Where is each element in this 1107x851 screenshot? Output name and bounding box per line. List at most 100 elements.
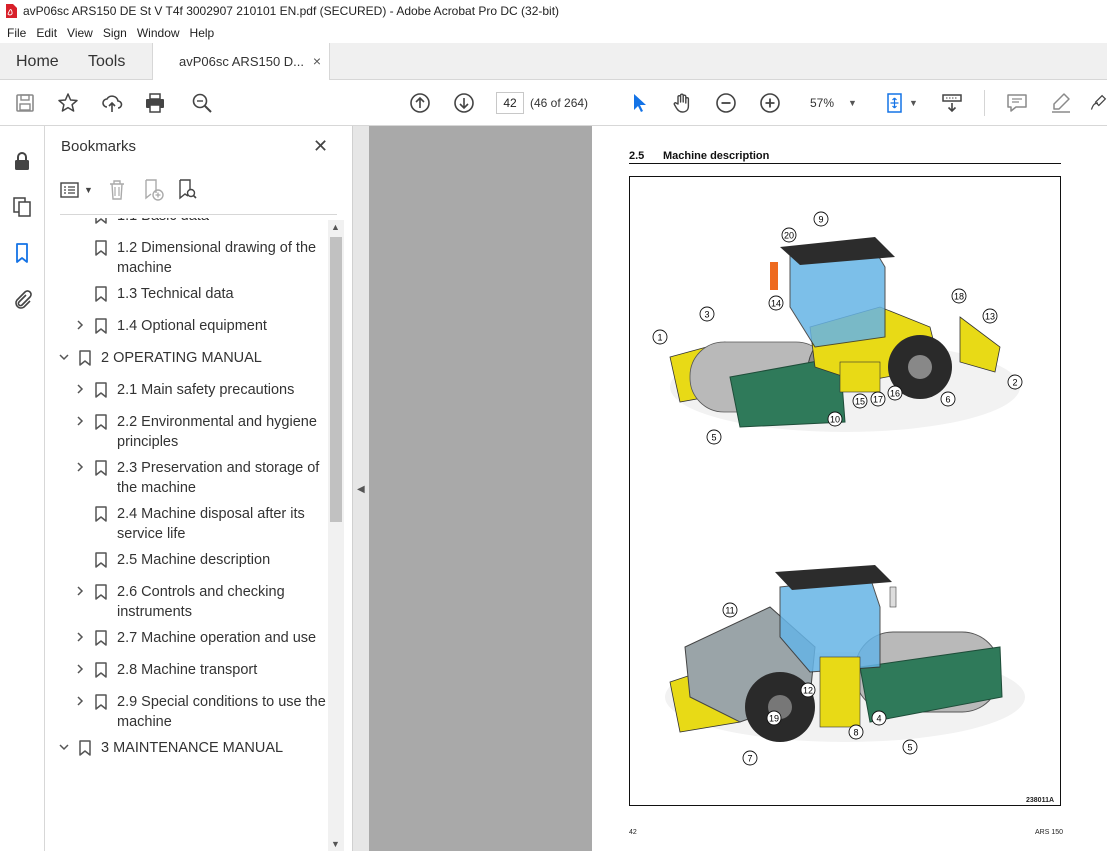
callout-13: 13: [982, 308, 998, 324]
share-upload-icon[interactable]: [100, 91, 124, 115]
svg-text:10: 10: [830, 415, 840, 425]
bookmark-label: 2.6 Controls and checking instruments: [117, 584, 285, 620]
bookmarks-panel: Bookmarks ✕ ▼ Contents1 SPECIFICATION MA…: [45, 126, 352, 851]
close-panel-icon[interactable]: ✕: [313, 136, 328, 157]
bookmark-item[interactable]: 1.3 Technical data: [45, 284, 330, 304]
chevron-down-icon[interactable]: [58, 349, 70, 369]
svg-text:5: 5: [907, 743, 912, 753]
bookmark-item[interactable]: 2.4 Machine disposal after its service l…: [45, 504, 330, 544]
hand-tool-icon[interactable]: [670, 91, 694, 115]
menu-view[interactable]: View: [62, 26, 98, 40]
scroll-down-icon[interactable]: ▼: [331, 839, 340, 849]
bookmark-icon: [79, 740, 91, 756]
menu-file[interactable]: File: [0, 26, 31, 40]
callout-14: 14: [768, 295, 784, 311]
bookmark-options-icon[interactable]: [59, 178, 83, 202]
collapse-panel-icon[interactable]: ◀: [357, 484, 365, 495]
callout-3: 3: [699, 306, 715, 322]
next-page-icon[interactable]: [452, 91, 476, 115]
page-footer-number: 42: [629, 829, 637, 836]
delete-bookmark-icon[interactable]: [105, 178, 129, 202]
fit-page-dropdown-icon[interactable]: ▼: [909, 98, 918, 108]
new-bookmark-icon[interactable]: [141, 178, 165, 202]
zoom-in-icon[interactable]: [758, 91, 782, 115]
tab-document[interactable]: avP06sc ARS150 D... ×: [152, 43, 330, 80]
bookmark-item[interactable]: 2.8 Machine transport: [45, 660, 330, 680]
machine-illustration-figure: 1 2 3 5 6 9 10 13 14 15 16 17 18 20 4 5 7 8 11 12 19: [629, 176, 1061, 806]
bookmark-item[interactable]: 2.6 Controls and checking instruments: [45, 582, 330, 622]
menu-sign[interactable]: Sign: [98, 26, 132, 40]
panel-splitter[interactable]: ◀: [352, 126, 369, 851]
pages-thumbnails-icon[interactable]: [11, 196, 33, 218]
select-cursor-icon[interactable]: [627, 91, 651, 115]
menu-bar: File Edit View Sign Window Help: [0, 22, 1107, 43]
chevron-right-icon[interactable]: [74, 317, 86, 337]
svg-text:15: 15: [855, 397, 865, 407]
bookmark-item[interactable]: 2.5 Machine description: [45, 550, 330, 570]
zoom-out-icon[interactable]: [714, 91, 738, 115]
svg-text:2: 2: [1012, 378, 1017, 388]
scroll-mode-icon[interactable]: [940, 91, 964, 115]
bookmark-item[interactable]: 2.7 Machine operation and use: [45, 628, 330, 648]
bookmark-label: 2.8 Machine transport: [117, 662, 258, 678]
tab-home[interactable]: Home: [16, 53, 59, 71]
chevron-right-icon[interactable]: [74, 661, 86, 681]
svg-text:7: 7: [747, 754, 752, 764]
scroll-up-icon[interactable]: ▲: [331, 222, 340, 232]
close-tab-icon[interactable]: ×: [313, 53, 321, 69]
callout-1: 1: [652, 329, 668, 345]
zoom-dropdown-icon[interactable]: ▼: [848, 98, 857, 108]
comment-icon[interactable]: [1005, 91, 1029, 115]
chevron-right-icon[interactable]: [74, 629, 86, 649]
bookmark-item[interactable]: 1.4 Optional equipment: [45, 316, 330, 336]
menu-window[interactable]: Window: [132, 26, 185, 40]
menu-edit[interactable]: Edit: [31, 26, 62, 40]
menu-help[interactable]: Help: [185, 26, 220, 40]
bookmark-item[interactable]: 2.9 Special conditions to use the machin…: [45, 692, 330, 732]
bookmark-item[interactable]: 2 OPERATING MANUAL: [45, 348, 330, 368]
bookmark-panel-icon[interactable]: [11, 242, 33, 264]
print-icon[interactable]: [143, 91, 167, 115]
tab-tools[interactable]: Tools: [88, 53, 125, 71]
search-zoom-icon[interactable]: [190, 91, 214, 115]
bookmark-item[interactable]: 1.1 Basic data: [45, 218, 330, 226]
highlight-icon[interactable]: [1049, 91, 1073, 115]
bookmark-item[interactable]: 2.1 Main safety precautions: [45, 380, 330, 400]
bookmarks-divider: [60, 214, 337, 215]
svg-text:13: 13: [985, 312, 995, 322]
bookmark-label: 2.3 Preservation and storage of the mach…: [117, 460, 320, 496]
star-icon[interactable]: [56, 91, 80, 115]
find-bookmark-icon[interactable]: [175, 178, 199, 202]
tab-bar: Home Tools avP06sc ARS150 D... ×: [0, 43, 1107, 80]
chevron-down-icon[interactable]: [58, 739, 70, 759]
chevron-right-icon[interactable]: [74, 583, 86, 603]
lock-icon[interactable]: [11, 150, 33, 172]
bookmark-icon: [95, 382, 107, 398]
chevron-right-icon[interactable]: [74, 381, 86, 401]
bookmark-item[interactable]: 3 MAINTENANCE MANUAL: [45, 738, 330, 758]
svg-text:6: 6: [945, 395, 950, 405]
bookmarks-scroll-thumb[interactable]: [330, 237, 342, 522]
bookmark-label: 3 MAINTENANCE MANUAL: [101, 740, 284, 756]
page-footer-model: ARS 150: [1035, 829, 1064, 836]
attachment-paperclip-icon[interactable]: [11, 288, 33, 310]
bookmark-options-dropdown-icon[interactable]: ▼: [84, 185, 93, 202]
chevron-right-icon[interactable]: [74, 413, 86, 433]
bookmark-item[interactable]: 1.2 Dimensional drawing of the machine: [45, 238, 330, 278]
callout-7: 7: [742, 750, 758, 766]
save-icon[interactable]: [13, 91, 37, 115]
heading-rule: [629, 163, 1061, 164]
section-title: Machine description: [663, 150, 770, 162]
previous-page-icon[interactable]: [408, 91, 432, 115]
zoom-level[interactable]: 57%: [810, 96, 834, 110]
navigation-rail: [0, 126, 45, 851]
callout-9: 9: [813, 211, 829, 227]
chevron-right-icon[interactable]: [74, 693, 86, 713]
chevron-right-icon[interactable]: [74, 459, 86, 479]
draw-icon[interactable]: [1089, 91, 1107, 115]
bookmark-item[interactable]: 2.3 Preservation and storage of the mach…: [45, 458, 330, 498]
page-number-input[interactable]: 42: [496, 92, 524, 114]
bookmark-item[interactable]: 2.2 Environmental and hygiene principles: [45, 412, 330, 452]
fit-page-icon[interactable]: [884, 91, 908, 115]
page-count: (46 of 264): [530, 96, 589, 110]
